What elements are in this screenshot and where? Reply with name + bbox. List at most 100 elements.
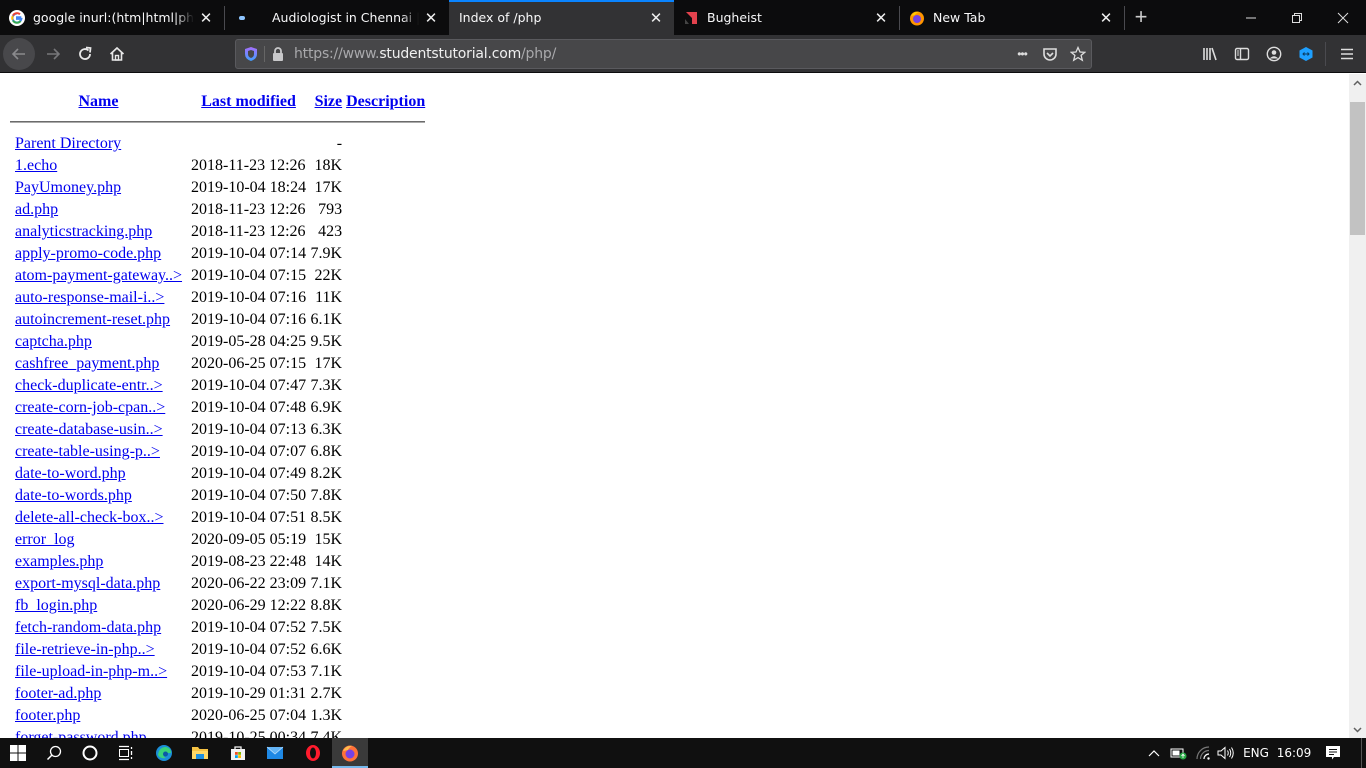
extension-button[interactable] xyxy=(1290,38,1322,70)
file-link[interactable]: file-upload-in-php-m..> xyxy=(15,663,167,680)
tab-google-search[interactable]: google inurl:(htm|html|php|pls|txt) inti… xyxy=(0,0,224,35)
size-cell: 6.1K xyxy=(310,311,343,328)
forward-button[interactable] xyxy=(37,38,69,70)
edge-taskbar-button[interactable] xyxy=(146,738,182,768)
close-window-button[interactable] xyxy=(1320,0,1366,35)
tab-strip: google inurl:(htm|html|php|pls|txt) inti… xyxy=(0,0,1366,35)
parent-directory-link[interactable]: Parent Directory xyxy=(15,135,121,152)
firefox-taskbar-button[interactable] xyxy=(332,738,368,768)
start-button[interactable] xyxy=(0,738,36,768)
clock[interactable]: 16:09 xyxy=(1276,738,1312,768)
file-link[interactable]: auto-response-mail-i..> xyxy=(15,289,164,306)
action-center-button[interactable] xyxy=(1320,738,1346,768)
close-tab-icon[interactable]: ✕ xyxy=(1094,6,1118,30)
file-link[interactable]: captcha.php xyxy=(15,333,92,350)
size-cell: 8.5K xyxy=(310,509,343,526)
tab-new-tab[interactable]: New Tab ✕ xyxy=(900,0,1124,35)
volume-button[interactable] xyxy=(1215,738,1237,768)
modified-cell: 2018-11-23 12:26 xyxy=(191,157,306,174)
file-link[interactable]: forget-password.php xyxy=(15,729,147,738)
file-link[interactable]: atom-payment-gateway..> xyxy=(15,267,182,284)
url-bar[interactable]: https://www.studentstutorial.com/php/ ••… xyxy=(235,39,1092,69)
back-button[interactable] xyxy=(3,38,35,70)
close-tab-icon[interactable]: ✕ xyxy=(869,6,893,30)
size-cell: 11K xyxy=(315,289,343,306)
file-link[interactable]: analyticstracking.php xyxy=(15,223,152,240)
file-link[interactable]: footer-ad.php xyxy=(15,685,101,702)
task-view-button[interactable] xyxy=(108,738,144,768)
table-row: autoincrement-reset.php 2019-10-04 07:16 6… xyxy=(10,309,425,331)
menu-button[interactable] xyxy=(1331,38,1363,70)
tab-bugheist[interactable]: Bugheist ✕ xyxy=(674,0,899,35)
file-link[interactable]: 1.echo xyxy=(15,157,57,174)
sidebar-toggle-button[interactable] xyxy=(1226,38,1258,70)
home-button[interactable] xyxy=(101,38,133,70)
size-cell: 6.6K xyxy=(310,641,343,658)
file-link[interactable]: fetch-random-data.php xyxy=(15,619,161,636)
microsoft-store-button[interactable] xyxy=(220,738,256,768)
description-cell xyxy=(346,265,425,287)
tracking-protection-shield-icon[interactable] xyxy=(242,40,260,68)
file-link[interactable]: check-duplicate-entr..> xyxy=(15,377,163,394)
close-tab-icon[interactable]: ✕ xyxy=(194,6,218,30)
sort-by-description-link[interactable]: Description xyxy=(346,93,425,110)
file-link[interactable]: create-database-usin..> xyxy=(15,421,163,438)
opera-button[interactable] xyxy=(295,738,331,768)
close-tab-icon[interactable]: ✕ xyxy=(419,6,443,30)
vertical-scrollbar[interactable] xyxy=(1349,74,1366,738)
file-link[interactable]: date-to-word.php xyxy=(15,465,126,482)
file-link[interactable]: error_log xyxy=(15,531,75,548)
file-link[interactable]: file-retrieve-in-php..> xyxy=(15,641,155,658)
file-link[interactable]: export-mysql-data.php xyxy=(15,575,160,592)
file-link[interactable]: ad.php xyxy=(15,201,58,218)
input-language-button[interactable]: ENG xyxy=(1240,738,1272,768)
library-button[interactable] xyxy=(1194,38,1226,70)
wifi-button[interactable] xyxy=(1193,738,1215,768)
windows-logo-icon xyxy=(10,745,26,761)
url-text[interactable]: https://www.studentstutorial.com/php/ xyxy=(294,46,556,62)
minimize-button[interactable] xyxy=(1228,0,1274,35)
cortana-button[interactable] xyxy=(72,738,108,768)
file-link[interactable]: examples.php xyxy=(15,553,103,570)
tab-index-of-php[interactable]: Index of /php ✕ xyxy=(449,0,674,35)
name-cell: atom-payment-gateway..> xyxy=(10,265,187,287)
scrollbar-thumb[interactable] xyxy=(1350,102,1365,235)
show-hidden-icons-button[interactable] xyxy=(1144,738,1164,768)
close-tab-icon[interactable]: ✕ xyxy=(644,6,668,30)
file-link[interactable]: apply-promo-code.php xyxy=(15,245,161,262)
new-tab-button[interactable]: + xyxy=(1128,4,1154,30)
file-link[interactable]: PayUmoney.php xyxy=(15,179,121,196)
mail-button[interactable] xyxy=(257,738,293,768)
file-link[interactable]: footer.php xyxy=(15,707,80,724)
description-cell xyxy=(346,595,425,617)
file-link[interactable]: date-to-words.php xyxy=(15,487,132,504)
description-cell xyxy=(346,155,425,177)
description-cell xyxy=(346,705,425,727)
file-link[interactable]: delete-all-check-box..> xyxy=(15,509,164,526)
sort-by-size-link[interactable]: Size xyxy=(315,93,343,110)
table-row: file-upload-in-php-m..> 2019-10-04 07:53 7… xyxy=(10,661,425,683)
battery-status-button[interactable] xyxy=(1168,738,1190,768)
hamburger-menu-icon xyxy=(1341,48,1353,60)
file-link[interactable]: cashfree_payment.php xyxy=(15,355,159,372)
search-button[interactable] xyxy=(36,738,72,768)
file-explorer-button[interactable] xyxy=(182,738,218,768)
account-button[interactable] xyxy=(1258,38,1290,70)
scroll-up-arrow-icon[interactable] xyxy=(1349,74,1366,91)
tab-audiologist[interactable]: Audiologist in Chennai | Speech Therapis… xyxy=(225,0,449,35)
file-link[interactable]: create-corn-job-cpan..> xyxy=(15,399,165,416)
page-actions-icon[interactable]: ••• xyxy=(1010,40,1034,68)
bookmark-star-icon[interactable] xyxy=(1066,40,1090,68)
lock-icon[interactable] xyxy=(270,40,286,68)
pocket-icon[interactable] xyxy=(1038,40,1062,68)
file-link[interactable]: fb_login.php xyxy=(15,597,97,614)
google-icon xyxy=(9,9,25,26)
file-link[interactable]: create-table-using-p..> xyxy=(15,443,160,460)
scroll-down-arrow-icon[interactable] xyxy=(1349,721,1366,738)
sort-by-last-modified-link[interactable]: Last modified xyxy=(201,93,296,110)
restore-button[interactable] xyxy=(1274,0,1320,35)
reload-button[interactable] xyxy=(69,38,101,70)
file-link[interactable]: autoincrement-reset.php xyxy=(15,311,170,328)
show-desktop-button[interactable] xyxy=(1361,738,1366,768)
sort-by-name-link[interactable]: Name xyxy=(79,93,119,110)
